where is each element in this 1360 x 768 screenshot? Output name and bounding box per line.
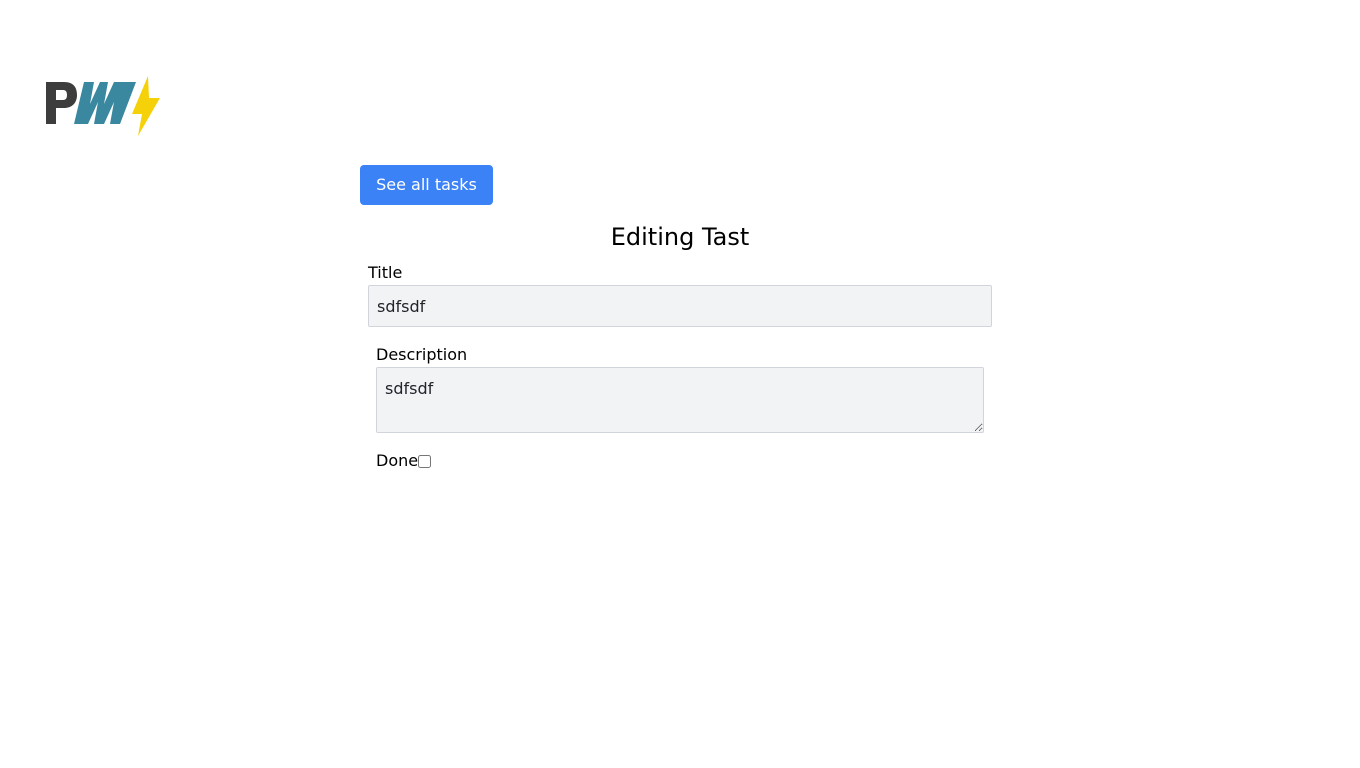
title-label: Title	[368, 263, 403, 282]
page-title: Editing Tast	[610, 223, 750, 251]
description-label: Description	[376, 345, 468, 364]
done-checkbox[interactable]	[418, 455, 431, 468]
description-textarea[interactable]: sdfsdf	[376, 367, 984, 433]
pwa-logo-icon	[44, 74, 162, 138]
see-all-tasks-button[interactable]: See all tasks	[360, 165, 493, 205]
done-label: Done	[376, 451, 419, 470]
title-input[interactable]	[368, 285, 992, 327]
page: See all tasks Editing Tast Title Descrip…	[0, 0, 1360, 768]
